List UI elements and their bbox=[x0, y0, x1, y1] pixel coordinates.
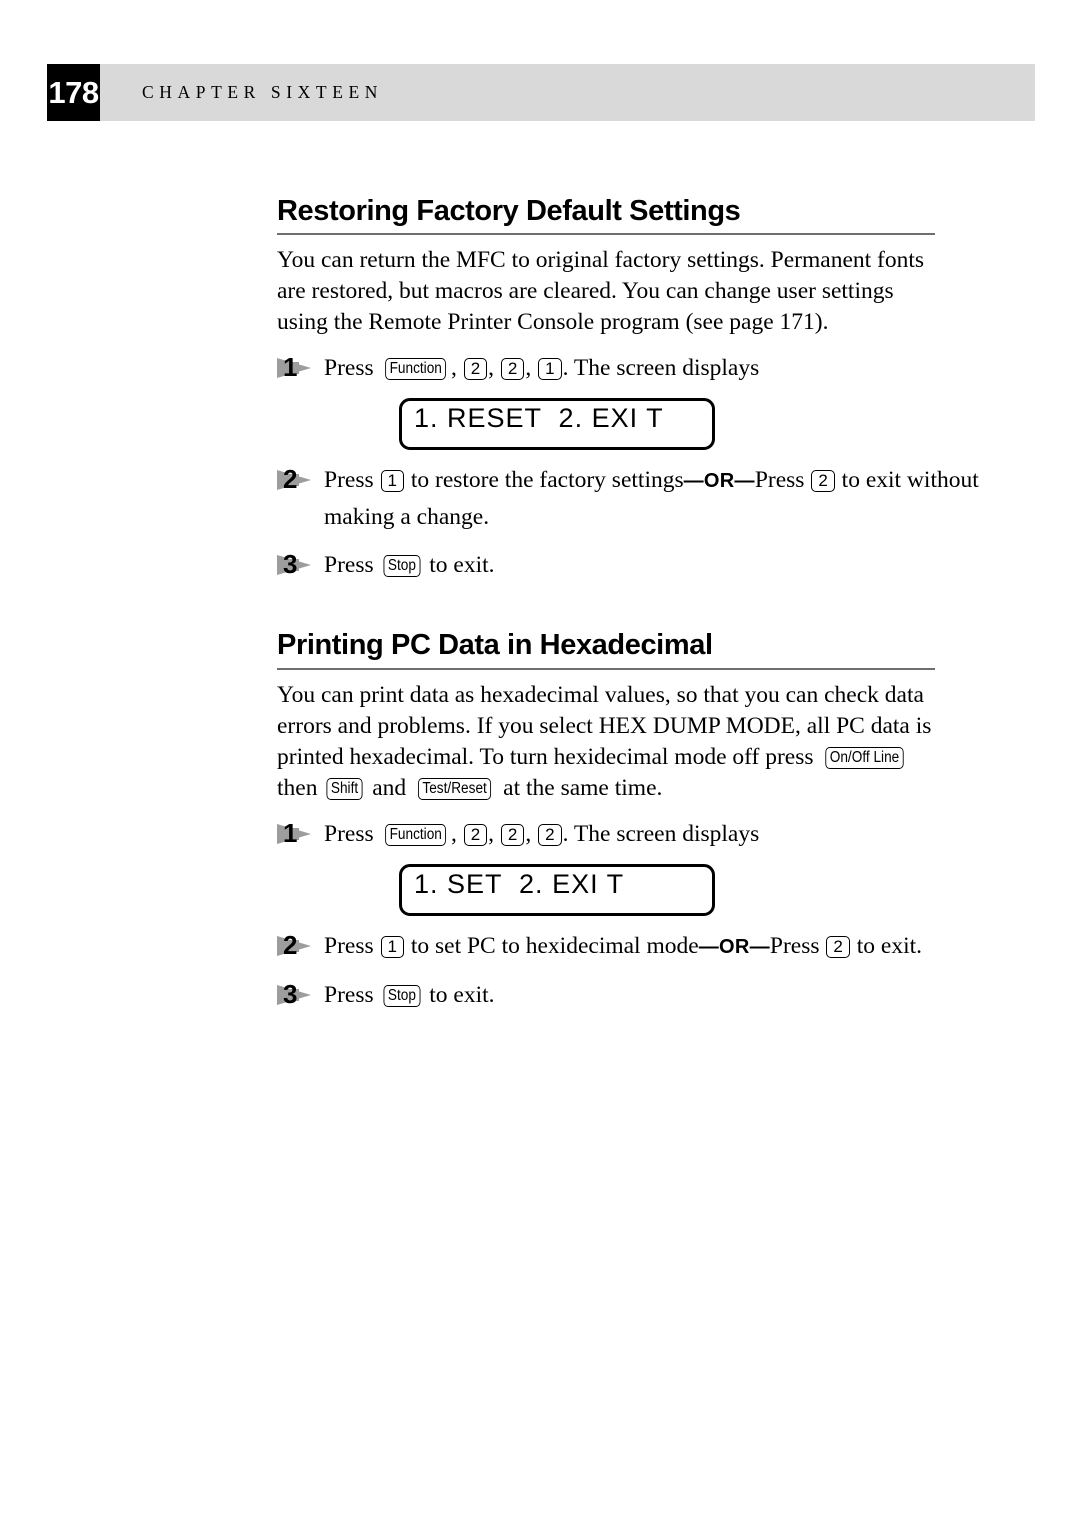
intro-text-part: at the same time. bbox=[497, 774, 663, 801]
step-item: 1 Press Function, 2, 2, 1. The screen di… bbox=[277, 350, 979, 386]
step-number: 2 bbox=[283, 929, 298, 960]
step-text-after-keys: . The screen displays bbox=[562, 355, 760, 382]
comma-separator: , bbox=[525, 355, 538, 382]
step-item: 2 Press 1 to restore the factory setting… bbox=[277, 462, 979, 535]
key-digit-2[interactable]: 2 bbox=[463, 358, 488, 381]
comma-separator: , bbox=[488, 820, 500, 847]
key-on-off-line[interactable]: On/Off Line bbox=[825, 746, 905, 769]
step-text-part: to set PC to hexidecimal mode bbox=[404, 932, 699, 959]
comma-separator: , bbox=[525, 820, 538, 847]
key-function[interactable]: Function bbox=[384, 358, 446, 381]
step-text-part: to exit. bbox=[423, 981, 495, 1008]
section-printing-pc-data-in-hexadecimal: Printing PC Data in Hexadecimal You can … bbox=[277, 630, 937, 1012]
step-marker: 1 bbox=[277, 352, 317, 383]
section-intro-paragraph: You can return the MFC to original facto… bbox=[277, 247, 925, 336]
intro-text-part: then bbox=[277, 774, 324, 801]
key-stop[interactable]: Stop bbox=[383, 984, 420, 1007]
lcd-display-text: 1. SET 2. EXI T bbox=[414, 868, 625, 899]
section-title: Restoring Factory Default Settings bbox=[277, 195, 935, 236]
step-number: 2 bbox=[283, 464, 298, 495]
page-content: Restoring Factory Default Settings You c… bbox=[277, 195, 979, 1013]
key-stop[interactable]: Stop bbox=[383, 555, 420, 578]
step-marker: 3 bbox=[277, 978, 317, 1009]
section-title: Printing PC Data in Hexadecimal bbox=[277, 630, 935, 670]
key-digit-1[interactable]: 1 bbox=[380, 470, 404, 493]
step-item: 1 Press Function, 2, 2, 2. The screen di… bbox=[277, 816, 979, 852]
key-digit-2[interactable]: 2 bbox=[500, 823, 525, 846]
step-number: 3 bbox=[283, 549, 298, 580]
key-digit-1[interactable]: 1 bbox=[538, 358, 562, 381]
step-text-before-keys: Press bbox=[324, 820, 380, 847]
step-text-part: to exit. bbox=[423, 552, 495, 579]
step-text-part: Press bbox=[324, 467, 380, 494]
or-separator: —OR— bbox=[698, 935, 770, 958]
key-digit-2[interactable]: 2 bbox=[500, 358, 525, 381]
lcd-display-panel: 1. SET 2. EXI T bbox=[399, 863, 715, 916]
step-marker: 3 bbox=[277, 549, 317, 580]
page-running-header: 178 CHAPTER SIXTEEN bbox=[47, 64, 1035, 121]
step-number: 1 bbox=[283, 352, 298, 383]
step-marker: 1 bbox=[277, 817, 317, 848]
step-text-part: to exit. bbox=[850, 932, 923, 959]
section-intro-paragraph: You can print data as hexadecimal values… bbox=[277, 680, 932, 804]
step-item: 3 Press Stop to exit. bbox=[277, 547, 979, 583]
step-number: 3 bbox=[283, 978, 298, 1009]
step-text-part: Press bbox=[324, 552, 380, 579]
lcd-display-text: 1. RESET 2. EXI T bbox=[414, 403, 664, 434]
step-marker: 2 bbox=[277, 464, 317, 495]
step-item: 2 Press 1 to set PC to hexidecimal mode—… bbox=[277, 928, 979, 965]
key-test-reset[interactable]: Test/Reset bbox=[418, 777, 492, 800]
step-text-part: to restore the factory settings bbox=[404, 467, 684, 494]
key-shift[interactable]: Shift bbox=[326, 777, 363, 800]
step-text-part: Press bbox=[754, 467, 811, 494]
comma-separator: , bbox=[488, 355, 500, 382]
lcd-display-panel: 1. RESET 2. EXI T bbox=[399, 398, 715, 451]
key-digit-2[interactable]: 2 bbox=[538, 823, 562, 846]
page-number-badge: 178 bbox=[47, 64, 100, 121]
comma-separator: , bbox=[450, 820, 463, 847]
step-text-part: Press bbox=[769, 932, 826, 959]
step-number: 1 bbox=[283, 817, 298, 848]
comma-separator: , bbox=[450, 355, 463, 382]
intro-text-part: and bbox=[366, 774, 413, 801]
step-marker: 2 bbox=[277, 929, 317, 960]
key-digit-1[interactable]: 1 bbox=[380, 935, 404, 958]
key-function[interactable]: Function bbox=[384, 823, 446, 846]
step-text-before-keys: Press bbox=[324, 355, 380, 382]
key-digit-2[interactable]: 2 bbox=[463, 823, 488, 846]
key-digit-2[interactable]: 2 bbox=[811, 470, 835, 493]
or-separator: —OR— bbox=[683, 470, 755, 493]
chapter-label: CHAPTER SIXTEEN bbox=[142, 82, 384, 102]
key-digit-2[interactable]: 2 bbox=[826, 935, 850, 958]
step-text-after-keys: . The screen displays bbox=[562, 820, 760, 847]
step-text-part: Press bbox=[324, 981, 380, 1008]
step-item: 3 Press Stop to exit. bbox=[277, 977, 979, 1013]
step-text-part: Press bbox=[324, 932, 380, 959]
section-restoring-factory-default-settings: Restoring Factory Default Settings You c… bbox=[277, 195, 979, 583]
